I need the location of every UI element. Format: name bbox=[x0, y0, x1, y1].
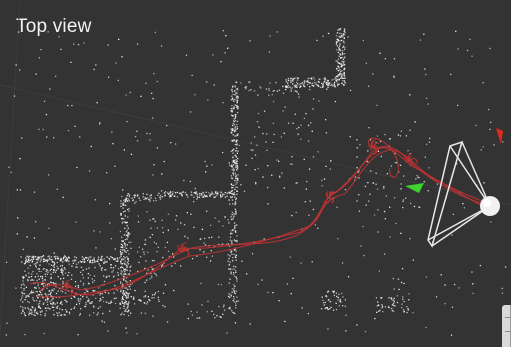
side-panel-handle[interactable] bbox=[502, 305, 511, 347]
red-axis-marker-icon bbox=[496, 128, 503, 144]
camera-center-icon bbox=[480, 196, 500, 216]
trajectory-path bbox=[29, 137, 491, 298]
scene-canvas[interactable] bbox=[0, 0, 511, 347]
green-axis-marker-icon bbox=[405, 183, 424, 193]
3d-viewport[interactable]: Top view bbox=[0, 0, 511, 347]
